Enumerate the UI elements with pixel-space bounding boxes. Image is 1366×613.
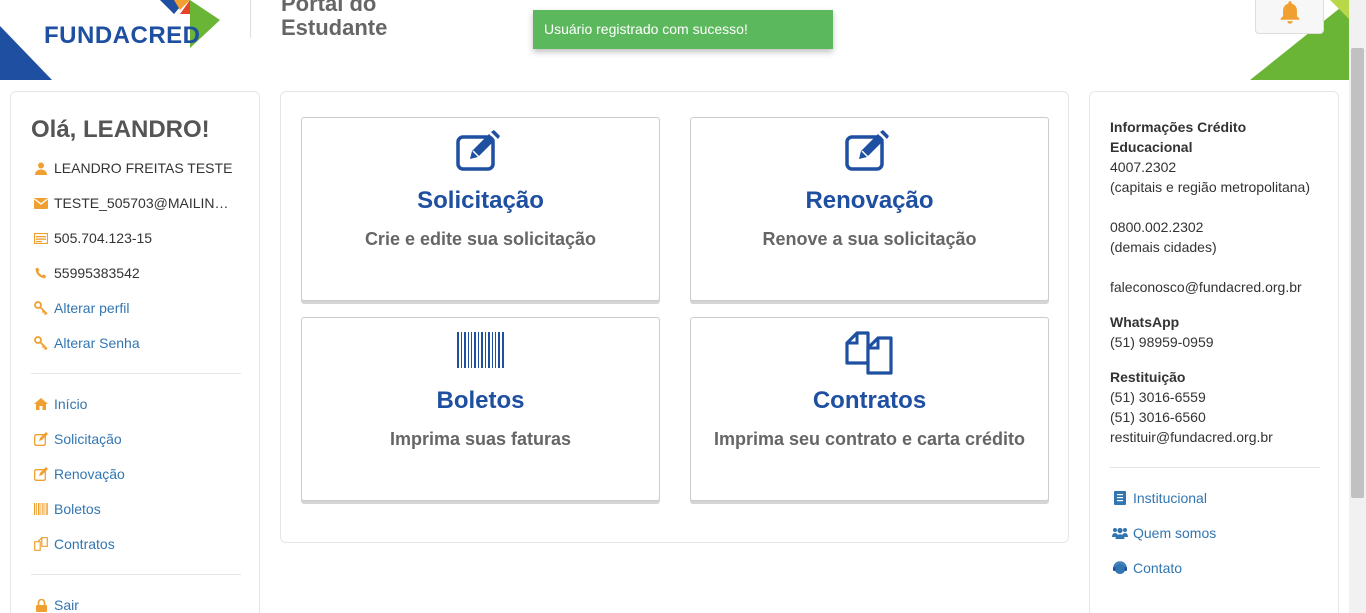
sidebar-divider (31, 373, 241, 374)
restitution-phone2: (51) 3016-6560 (1110, 409, 1206, 425)
user-icon (33, 160, 49, 176)
portal-title-line2: Estudante (281, 15, 388, 40)
user-phone: 55995383542 (54, 265, 140, 281)
nav-bills-label: Boletos (54, 501, 101, 517)
phone-icon (33, 265, 49, 281)
page-scrollbar[interactable] (1349, 0, 1366, 613)
headset-icon (1112, 560, 1128, 576)
nav-renewal-label: Renovação (54, 466, 125, 482)
barcode-icon (302, 330, 659, 374)
user-greeting: Olá, LEANDRO! (31, 116, 210, 143)
about-link[interactable]: Quem somos (1112, 523, 1216, 543)
phone-others-note: (demais cidades) (1110, 239, 1217, 255)
card-title: Solicitação (417, 187, 544, 214)
edit-icon (302, 130, 659, 174)
edit-icon (33, 431, 49, 447)
edit-profile-label: Alterar perfil (54, 300, 130, 316)
phone-others-block: 0800.002.2302 (demais cidades) (1110, 217, 1217, 257)
contact-divider (1110, 467, 1320, 468)
key-icon (33, 300, 49, 316)
logo-text: FUNDACRED (44, 22, 201, 49)
restitution-email[interactable]: restituir@fundacred.org.br (1110, 427, 1273, 447)
documents-icon (33, 536, 49, 552)
card-subtitle: Imprima suas faturas (389, 429, 572, 449)
change-password-link[interactable]: Alterar Senha (33, 333, 140, 353)
nav-contracts[interactable]: Contratos (33, 534, 115, 554)
whatsapp-block: WhatsApp (51) 98959-0959 (1110, 312, 1214, 352)
nav-renewal[interactable]: Renovação (33, 464, 125, 484)
user-sidebar: Olá, LEANDRO! LEANDRO FREITAS TESTE TEST… (10, 91, 260, 613)
portal-title-line1: Portal do (281, 0, 377, 16)
card-title: Renovação (805, 187, 934, 214)
key-icon (33, 335, 49, 351)
nav-logout-label: Sair (54, 597, 79, 613)
whatsapp-number: (51) 98959-0959 (1110, 334, 1214, 350)
edit-icon (691, 130, 1048, 174)
contact-sidebar: Informações Crédito Educacional 4007.230… (1089, 91, 1339, 613)
restitution-phone1: (51) 3016-6559 (1110, 389, 1206, 405)
contact-email[interactable]: faleconosco@fundacred.org.br (1110, 277, 1302, 297)
whatsapp-title: WhatsApp (1110, 314, 1180, 330)
lock-icon (33, 597, 49, 613)
home-icon (33, 396, 49, 412)
success-toast[interactable]: Usuário registrado com sucesso! (533, 10, 833, 49)
notifications-button[interactable] (1255, 0, 1324, 34)
main-content: Solicitação Crie e edite sua solicitação… (280, 91, 1069, 543)
user-email-row: TESTE_505703@MAILINATOR.COM (33, 193, 236, 213)
book-icon (1112, 490, 1128, 506)
credit-info-title-line2: Educacional (1110, 139, 1193, 155)
change-password-label: Alterar Senha (54, 335, 140, 351)
credit-info-title-line1: Informações Crédito (1110, 119, 1247, 135)
phone-capitals-note: (capitais e região metropolitana) (1110, 179, 1310, 195)
nav-contracts-label: Contratos (54, 536, 115, 552)
user-name: LEANDRO FREITAS TESTE (54, 160, 233, 176)
restitution-block: Restituição (51) 3016-6559 (51) 3016-656… (1110, 367, 1273, 447)
credit-info-block: Informações Crédito Educacional 4007.230… (1110, 117, 1310, 197)
card-title: Contratos (812, 387, 927, 414)
users-icon (1112, 525, 1128, 541)
institutional-link[interactable]: Institucional (1112, 488, 1207, 508)
card-contracts[interactable]: Contratos Imprima seu contrato e carta c… (690, 317, 1049, 501)
edit-profile-link[interactable]: Alterar perfil (33, 298, 129, 318)
nav-request[interactable]: Solicitação (33, 429, 122, 449)
contact-label: Contato (1133, 560, 1183, 576)
phone-capitals: 4007.2302 (1110, 159, 1177, 175)
card-subtitle: Crie e edite sua solicitação (364, 229, 597, 249)
user-cpf: 505.704.123-15 (54, 230, 153, 246)
nav-request-label: Solicitação (54, 431, 122, 447)
user-name-row: LEANDRO FREITAS TESTE (33, 158, 232, 178)
user-phone-row: 55995383542 (33, 263, 140, 283)
card-bills[interactable]: Boletos Imprima suas faturas (301, 317, 660, 501)
documents-icon (691, 330, 1048, 375)
card-subtitle: Renove a sua solicitação (762, 229, 977, 249)
scrollbar-thumb[interactable] (1351, 48, 1364, 498)
edit-icon (33, 466, 49, 482)
header-divider (250, 0, 251, 38)
portal-title: Portal do Estudante (281, 0, 387, 40)
card-request[interactable]: Solicitação Crie e edite sua solicitação (301, 117, 660, 301)
contact-link[interactable]: Contato (1112, 558, 1182, 578)
sidebar-divider (31, 574, 241, 575)
institutional-label: Institucional (1133, 490, 1207, 506)
nav-home[interactable]: Início (33, 394, 87, 414)
nav-logout[interactable]: Sair (33, 595, 79, 613)
card-subtitle: Imprima seu contrato e carta crédito (713, 429, 1026, 449)
nav-home-label: Início (54, 396, 88, 412)
barcode-icon (33, 501, 49, 517)
fundacred-logo[interactable]: FUNDACRED (0, 0, 230, 80)
user-email: TESTE_505703@MAILINATOR.COM (54, 195, 236, 211)
user-cpf-row: 505.704.123-15 (33, 228, 152, 248)
restitution-title: Restituição (1110, 369, 1186, 385)
card-renewal[interactable]: Renovação Renove a sua solicitação (690, 117, 1049, 301)
envelope-icon (33, 195, 49, 211)
bell-icon (1280, 1, 1299, 24)
phone-others: 0800.002.2302 (1110, 219, 1204, 235)
card-title: Boletos (436, 387, 525, 414)
id-card-icon (33, 230, 49, 246)
nav-bills[interactable]: Boletos (33, 499, 101, 519)
about-label: Quem somos (1133, 525, 1217, 541)
